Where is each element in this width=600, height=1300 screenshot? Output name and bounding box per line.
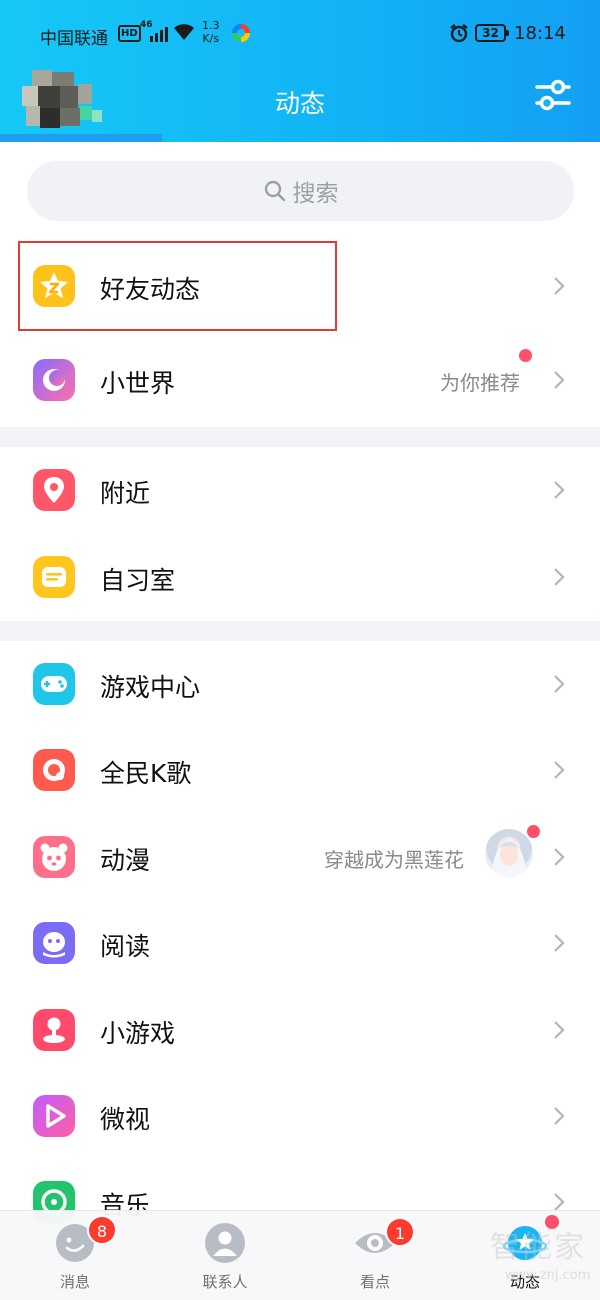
- gamepad-icon: [33, 663, 75, 705]
- watermark-text: 智能家: [490, 1230, 586, 1265]
- unread-badge: 8: [87, 1215, 117, 1245]
- list-item-anime[interactable]: 动漫 穿越成为黑莲花: [0, 815, 600, 901]
- search-bar[interactable]: 搜索: [27, 161, 574, 221]
- network-speed: 1.3 K/s: [202, 19, 220, 45]
- tab-kandian[interactable]: 1 看点: [315, 1211, 435, 1300]
- list-item-study-room[interactable]: 自习室: [0, 535, 600, 621]
- app-notification-icon: [232, 24, 250, 42]
- anime-recommend-text: 穿越成为黑莲花: [324, 848, 464, 872]
- speed-unit: K/s: [202, 32, 220, 45]
- location-pin-icon: [33, 469, 75, 511]
- section-divider: [0, 621, 600, 641]
- chevron-right-icon: [552, 566, 566, 592]
- small-world-icon: [33, 359, 75, 401]
- anime-panda-icon: [33, 836, 75, 878]
- highlight-box: [18, 241, 337, 331]
- clock: 18:14: [514, 23, 566, 44]
- watermark-url: www.znj.com: [505, 1268, 591, 1283]
- reading-icon: [33, 922, 75, 964]
- list-item-weishi[interactable]: 微视: [0, 1074, 600, 1160]
- study-room-icon: [33, 556, 75, 598]
- search-icon: [264, 180, 285, 202]
- status-bar: 中国联通 HD 46 1.3 K/s 32 18:14: [0, 0, 600, 70]
- page-title: 动态: [274, 89, 325, 118]
- speed-value: 1.3: [202, 19, 220, 32]
- list-item-label: 微视: [100, 1105, 151, 1134]
- alarm-icon: [449, 23, 469, 47]
- chevron-right-icon: [552, 275, 566, 301]
- chevron-right-icon: [552, 1019, 566, 1045]
- wifi-icon: [172, 22, 196, 46]
- list-item-label: 附近: [100, 479, 151, 508]
- list-item-label: 游戏中心: [100, 673, 201, 702]
- chevron-right-icon: [552, 846, 566, 872]
- chevron-right-icon: [552, 932, 566, 958]
- settings-sliders-icon[interactable]: [534, 76, 572, 114]
- tab-label: 消息: [59, 1273, 90, 1291]
- carrier-name: 中国联通: [40, 29, 108, 49]
- chevron-right-icon: [552, 369, 566, 395]
- section-divider: [0, 427, 600, 447]
- notification-dot: [519, 349, 532, 362]
- unread-badge: 1: [385, 1217, 415, 1247]
- weishi-play-icon: [33, 1095, 75, 1137]
- list-item-label: 阅读: [100, 932, 151, 961]
- list-item-label: 自习室: [100, 566, 176, 595]
- list-item-karaoke[interactable]: 全民K歌: [0, 728, 600, 814]
- tab-label: 看点: [359, 1273, 390, 1291]
- chevron-right-icon: [552, 759, 566, 785]
- chevron-right-icon: [552, 673, 566, 699]
- battery-icon: 32: [475, 24, 509, 42]
- list-item-label: 小世界: [100, 369, 176, 398]
- karaoke-icon: [33, 749, 75, 791]
- search-placeholder: 搜索: [292, 181, 339, 207]
- tab-label: 联系人: [202, 1273, 248, 1291]
- list-item-label: 动漫: [100, 846, 151, 875]
- header: 中国联通 HD 46 1.3 K/s 32 18:14 动态: [0, 0, 600, 142]
- contacts-person-icon: [203, 1221, 247, 1265]
- notification-dot: [527, 825, 540, 838]
- signal-icon: [150, 24, 168, 42]
- list-item-label: 全民K歌: [100, 759, 192, 788]
- list-item-nearby[interactable]: 附近: [0, 448, 600, 534]
- chevron-right-icon: [552, 479, 566, 505]
- mini-game-icon: [33, 1009, 75, 1051]
- list-item-mini-game[interactable]: 小游戏: [0, 988, 600, 1074]
- chevron-right-icon: [552, 1105, 566, 1131]
- avatar-underline: [0, 134, 162, 142]
- list-item-reading[interactable]: 阅读: [0, 901, 600, 987]
- list-item-small-world[interactable]: 小世界 为你推荐: [0, 338, 600, 424]
- hd-indicator: HD: [118, 25, 141, 42]
- tab-contacts[interactable]: 联系人: [165, 1211, 285, 1300]
- tab-messages[interactable]: 8 消息: [15, 1211, 135, 1300]
- recommend-text: 为你推荐: [440, 371, 520, 395]
- list-item-game-center[interactable]: 游戏中心: [0, 642, 600, 728]
- list-item-label: 小游戏: [100, 1019, 176, 1048]
- anime-thumbnail: [485, 829, 533, 877]
